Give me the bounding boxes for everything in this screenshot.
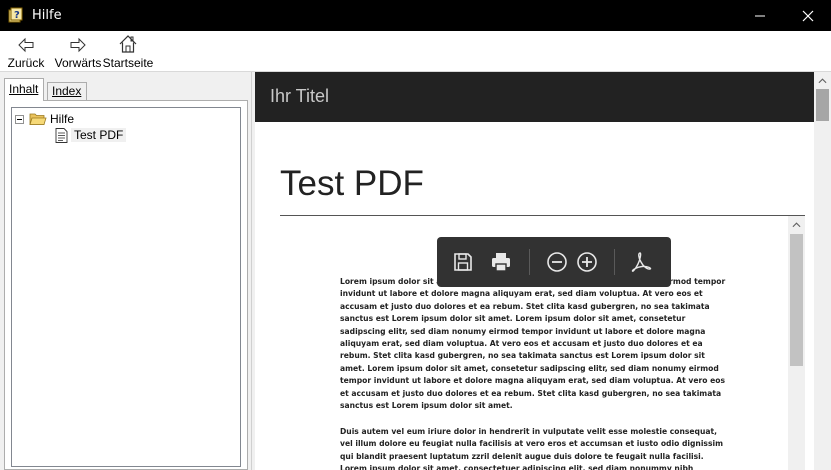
chevron-up-icon (792, 221, 801, 227)
document-icon (55, 127, 68, 143)
content-header: Ihr Titel (255, 72, 814, 122)
print-icon (492, 253, 510, 272)
help-toolbar: Zurück Vorwärts Startseite (0, 31, 831, 72)
arrow-left-icon (18, 37, 34, 53)
save-button[interactable] (450, 249, 476, 275)
close-icon (802, 10, 814, 21)
home-label: Startseite (102, 56, 154, 70)
pdf-toolbar (437, 237, 671, 287)
forward-button[interactable]: Vorwärts (55, 34, 101, 70)
tab-contents[interactable]: Inhalt (4, 78, 44, 101)
content-scrollbar[interactable] (814, 72, 831, 470)
maximize-button[interactable] (738, 0, 784, 31)
scroll-up-button[interactable] (788, 216, 805, 233)
content-pane: Ihr Titel Test PDF Lorem ipsum dolor sit… (255, 72, 831, 470)
tree-item-hilfe-label: Hilfe (50, 112, 75, 126)
arrow-right-icon (70, 37, 86, 53)
tree-item-hilfe[interactable]: Hilfe (15, 111, 74, 127)
home-icon (119, 35, 137, 53)
zoom-in-button[interactable] (574, 249, 600, 275)
contents-tree[interactable]: Hilfe Test PDF (11, 107, 241, 467)
back-button[interactable]: Zurück (8, 34, 44, 70)
print-button[interactable] (488, 249, 514, 275)
title-bar: ? Hilfe (0, 0, 831, 31)
pdf-paragraph: Lorem ipsum dolor sit amet, consetetur s… (340, 277, 726, 411)
tab-index[interactable]: Index (47, 82, 87, 100)
chevron-up-icon (818, 77, 827, 83)
folder-open-icon (29, 112, 47, 126)
zoom-out-icon (547, 252, 567, 272)
pdf-scrollbar[interactable] (788, 216, 805, 470)
scroll-up-button[interactable] (814, 72, 831, 89)
pdf-paragraph: Duis autem vel eum iriure dolor in hendr… (340, 427, 723, 470)
toolbar-separator (529, 249, 530, 275)
page-title: Test PDF (280, 164, 424, 203)
close-button[interactable] (785, 0, 831, 31)
tree-item-test-pdf[interactable]: Test PDF (55, 127, 127, 143)
zoom-in-icon (577, 252, 597, 272)
save-icon (454, 253, 472, 271)
contents-panel: Hilfe Test PDF (4, 100, 248, 470)
content-scrollbar-thumb[interactable] (816, 89, 829, 121)
navigation-pane: Inhalt Index Hilfe Test PDF (0, 72, 251, 470)
forward-label: Vorwärts (54, 56, 102, 70)
header-title: Ihr Titel (270, 86, 330, 106)
zoom-out-button[interactable] (544, 249, 570, 275)
pdf-scrollbar-thumb[interactable] (790, 234, 803, 366)
tab-index-label: Index (52, 84, 82, 98)
window-title: Hilfe (32, 8, 62, 23)
collapse-icon[interactable] (15, 114, 24, 124)
open-in-acrobat-button[interactable] (628, 249, 654, 275)
acrobat-icon (631, 252, 652, 272)
home-button[interactable]: Startseite (102, 34, 154, 70)
tree-item-test-pdf-label: Test PDF (71, 128, 127, 142)
back-label: Zurück (7, 56, 45, 70)
help-app-icon: ? (8, 7, 24, 23)
toolbar-separator (614, 249, 615, 275)
svg-text:?: ? (14, 10, 20, 21)
tab-contents-label: Inhalt (9, 82, 39, 96)
